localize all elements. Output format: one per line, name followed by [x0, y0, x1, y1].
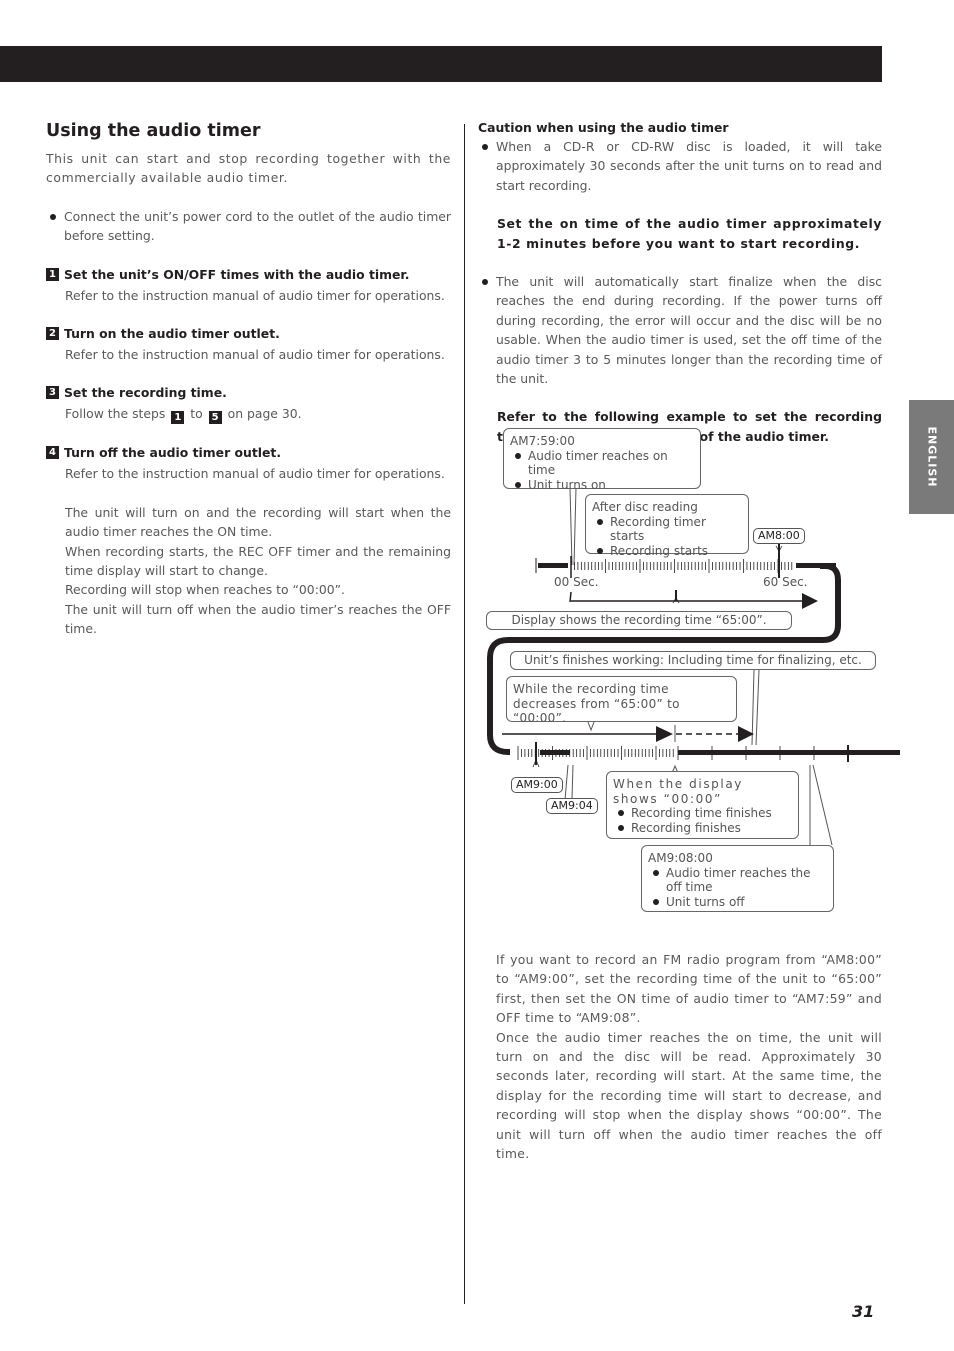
left-column: Using the audio timer This unit can star… [46, 119, 451, 639]
tag-am904: AM9:04 [546, 798, 598, 814]
step-1-body: Refer to the instruction manual of audio… [65, 287, 445, 303]
step-ref-badge: 5 [208, 411, 222, 425]
thick-segment [678, 750, 900, 755]
caution-bullet-1: When a CD-R or CD-RW disc is loaded, it … [478, 137, 882, 195]
caution-heading: Caution when using the audio timer [478, 120, 729, 135]
callout-after-reading: After disc reading Recording timer start… [585, 494, 749, 558]
bullet-power-cord: Connect the unit’s power cord to the out… [46, 207, 451, 246]
note-text: The unit will turn on and the recording … [65, 504, 451, 540]
language-tab-label: ENGLISH [925, 426, 938, 488]
label-60-sec: 60 Sec. [763, 575, 808, 589]
note-text: The unit will turn off when the audio ti… [65, 601, 451, 637]
callout-on-time: AM7:59:00 Audio timer reaches on time Un… [503, 428, 701, 492]
label-00-sec: 00 Sec. [554, 575, 599, 589]
column-divider [464, 124, 465, 1304]
timer-diagram: AM7:59:00 Audio timer reaches on time Un… [480, 420, 900, 920]
display-arrow [569, 590, 818, 609]
pointer-line [564, 764, 574, 801]
step-number-badge: 4 [46, 446, 59, 460]
language-tab: ENGLISH [909, 400, 954, 514]
caution-bullet-2: The unit will automatically start finali… [478, 272, 882, 388]
note-text: When recording starts, the REC OFF timer… [65, 543, 451, 579]
section-title: Using the audio timer [46, 121, 261, 141]
note-text: Recording will stop when reaches to “00:… [65, 582, 345, 598]
callout-off-time: AM9:08:00 Audio timer reaches the off ti… [641, 845, 834, 912]
thick-segment [540, 750, 570, 755]
pointer-line [569, 487, 577, 566]
page-number: 31 [852, 1302, 875, 1321]
step-4-heading: 4 Turn off the audio timer outlet. [46, 443, 451, 462]
right-column: Caution when using the audio timer When … [478, 119, 882, 446]
thick-segment [538, 563, 568, 568]
step-number-badge: 2 [46, 327, 59, 341]
callout-time-decreases: While the recording time decreases from … [506, 676, 737, 725]
caution-bold-1: Set the on time of the audio timer appro… [497, 216, 882, 251]
pointer-line [809, 764, 833, 846]
decrease-arrow [502, 725, 676, 742]
explanation-paragraph-2: Once the audio timer reaches the on time… [496, 1029, 882, 1162]
upper-minor-ticks [570, 559, 793, 573]
step-3-body: Follow the steps 1 to 5 on page 30. [65, 406, 302, 425]
pill-unit-finishes: Unit’s finishes working: Including time … [510, 651, 876, 670]
explanation-paragraph-1: If you want to record an FM radio progra… [496, 952, 882, 1026]
tag-am900: AM9:00 [511, 777, 563, 793]
step-1-heading: 1 Set the unit’s ON/OFF times with the au… [46, 265, 451, 284]
example-explanation: If you want to record an FM radio progra… [496, 950, 882, 1163]
step-4-body: Refer to the instruction manual of audio… [65, 466, 445, 482]
step-3-heading: 3 Set the recording time. [46, 383, 451, 402]
step-2-heading: 2 Turn on the audio timer outlet. [46, 324, 451, 343]
finalize-arrow [676, 726, 754, 742]
pill-display-recording-time: Display shows the recording time “65:00”… [486, 611, 792, 630]
step-number-badge: 1 [46, 267, 59, 281]
callout-display-zero: When the display shows “00:00” Recording… [606, 771, 799, 839]
intro-text: This unit can start and stop recording t… [46, 151, 451, 186]
step-number-badge: 3 [46, 386, 59, 400]
step-ref-badge: 1 [171, 411, 185, 425]
step-2-body: Refer to the instruction manual of audio… [65, 347, 445, 363]
tag-am800: AM8:00 [753, 528, 805, 544]
header-bar [0, 46, 882, 82]
